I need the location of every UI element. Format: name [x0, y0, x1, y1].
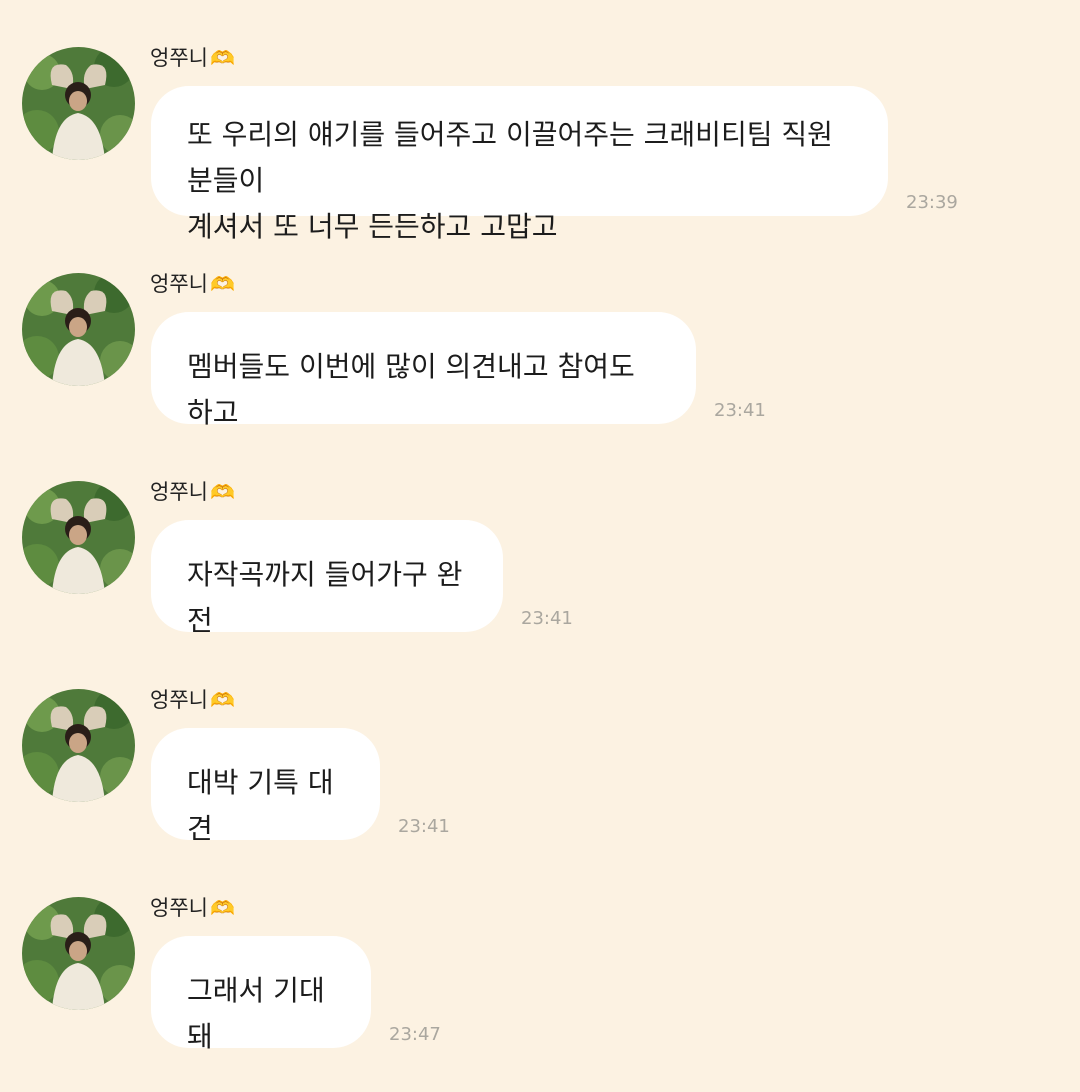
sender-name: 엉쭈니 🫶: [150, 688, 235, 712]
message-bubble[interactable]: 자작곡까지 들어가구 완전: [151, 520, 503, 637]
heart-hands-icon: 🫶: [209, 46, 235, 70]
avatar[interactable]: [22, 47, 135, 160]
sender-name: 엉쭈니 🫶: [150, 896, 235, 920]
message-timestamp: 23:39: [906, 192, 958, 213]
sender-name: 엉쭈니 🫶: [150, 272, 235, 296]
sender-name: 엉쭈니 🫶: [150, 46, 235, 70]
chat-log: 엉쭈니 🫶 또 우리의 얘기를 들어주고 이끌어주는 크래비티팀 직원분들이 계셔…: [0, 0, 1080, 1092]
heart-hands-icon: 🫶: [209, 272, 235, 296]
avatar[interactable]: [22, 689, 135, 802]
message-timestamp: 23:41: [398, 816, 450, 837]
avatar[interactable]: [22, 481, 135, 594]
avatar[interactable]: [22, 897, 135, 1010]
message-bubble[interactable]: 대박 기특 대견: [151, 728, 380, 845]
message-bubble[interactable]: 또 우리의 얘기를 들어주고 이끌어주는 크래비티팀 직원분들이 계셔서 또 너…: [151, 86, 888, 243]
message-bubble[interactable]: 그래서 기대돼: [151, 936, 371, 1053]
heart-hands-icon: 🫶: [209, 896, 235, 920]
message-timestamp: 23:41: [521, 608, 573, 629]
message-timestamp: 23:41: [714, 400, 766, 421]
heart-hands-icon: 🫶: [209, 480, 235, 504]
avatar[interactable]: [22, 273, 135, 386]
heart-hands-icon: 🫶: [209, 688, 235, 712]
message-timestamp: 23:47: [389, 1024, 441, 1045]
sender-name: 엉쭈니 🫶: [150, 480, 235, 504]
message-bubble[interactable]: 멤버들도 이번에 많이 의견내고 참여도 하고: [151, 312, 696, 429]
